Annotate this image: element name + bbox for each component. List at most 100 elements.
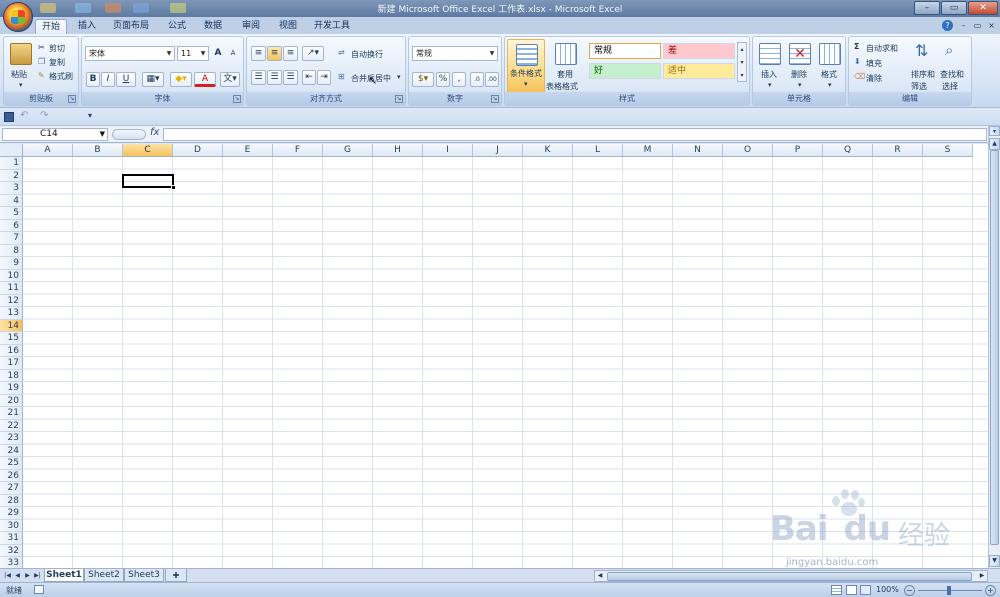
horizontal-scroll-thumb[interactable] [607, 572, 972, 581]
help-icon[interactable]: ? [942, 20, 953, 31]
scroll-down-icon[interactable]: ▼ [989, 555, 1000, 567]
font-name-combo[interactable]: 宋体 ▼ [85, 46, 175, 61]
zoom-slider-thumb[interactable] [947, 586, 951, 595]
formula-bar-toggle[interactable] [112, 129, 146, 140]
row-header-5[interactable]: 5 [0, 207, 23, 220]
column-header-d[interactable]: D [173, 144, 223, 157]
accounting-button[interactable]: $▾ [412, 72, 434, 87]
sort-filter-button[interactable]: 排序和 [911, 69, 935, 80]
formula-input[interactable] [163, 128, 987, 141]
row-header-7[interactable]: 7 [0, 232, 23, 245]
column-header-r[interactable]: R [873, 144, 923, 157]
fill-button[interactable]: 填充 [866, 58, 882, 69]
font-color-button[interactable]: A [194, 72, 216, 87]
column-header-g[interactable]: G [323, 144, 373, 157]
select-all-corner[interactable] [0, 144, 23, 157]
row-header-26[interactable]: 26 [0, 469, 23, 482]
row-header-6[interactable]: 6 [0, 219, 23, 232]
column-header-o[interactable]: O [723, 144, 773, 157]
row-header-15[interactable]: 15 [0, 332, 23, 345]
scroll-left-icon[interactable]: ◀ [595, 571, 605, 581]
wrap-text-button[interactable]: 自动换行 [351, 49, 383, 60]
column-header-s[interactable]: S [923, 144, 973, 157]
row-header-19[interactable]: 19 [0, 382, 23, 395]
row-header-18[interactable]: 18 [0, 369, 23, 382]
decrease-indent-button[interactable]: ⇤ [302, 70, 316, 85]
row-header-29[interactable]: 29 [0, 507, 23, 520]
row-header-10[interactable]: 10 [0, 269, 23, 282]
comma-button[interactable]: , [452, 72, 466, 87]
fill-color-button[interactable]: ◆▾ [170, 72, 192, 87]
office-button[interactable] [3, 2, 33, 32]
insert-cells-button[interactable]: 插入 [761, 69, 777, 80]
autosum-button[interactable]: 自动求和 [866, 43, 898, 54]
row-header-22[interactable]: 22 [0, 419, 23, 432]
tab-page-layout[interactable]: 页面布局 [108, 19, 154, 35]
increase-indent-button[interactable]: ⇥ [317, 70, 331, 85]
ribbon-restore-icon[interactable]: ▭ [972, 20, 983, 31]
insert-function-button[interactable]: fx [150, 127, 159, 138]
number-format-combo[interactable]: 常规 ▼ [412, 46, 498, 61]
customize-qat-icon[interactable]: ▾ [88, 111, 92, 120]
shrink-font-button[interactable]: A [226, 46, 240, 61]
active-cell-cursor[interactable] [122, 174, 176, 190]
next-sheet-icon[interactable]: ▶ [23, 570, 32, 581]
column-header-f[interactable]: F [273, 144, 323, 157]
row-header-32[interactable]: 32 [0, 544, 23, 557]
column-header-p[interactable]: P [773, 144, 823, 157]
name-box[interactable]: C14 ▼ [2, 128, 108, 141]
format-as-table-button[interactable]: 套用 [557, 69, 573, 80]
dialog-launcher-icon[interactable]: ↘ [395, 95, 403, 103]
border-button[interactable]: ▦▾ [142, 72, 164, 87]
chevron-down-icon[interactable]: ▾ [768, 81, 772, 89]
column-header-e[interactable]: E [223, 144, 273, 157]
style-good[interactable]: 好 [589, 63, 661, 79]
tab-data[interactable]: 数据 [198, 19, 228, 35]
align-right-button[interactable]: ☰ [283, 70, 298, 85]
row-header-2[interactable]: 2 [0, 169, 23, 182]
page-break-view-icon[interactable] [860, 585, 871, 595]
tab-home[interactable]: 开始 [35, 19, 67, 35]
column-header-k[interactable]: K [523, 144, 573, 157]
row-header-31[interactable]: 31 [0, 532, 23, 545]
workbook-close-icon[interactable]: × [986, 20, 997, 31]
row-header-20[interactable]: 20 [0, 394, 23, 407]
align-bottom-button[interactable]: ≡ [283, 46, 298, 61]
row-header-13[interactable]: 13 [0, 307, 23, 320]
row-header-30[interactable]: 30 [0, 519, 23, 532]
align-top-button[interactable]: ≡ [251, 46, 266, 61]
font-size-combo[interactable]: 11 ▼ [177, 46, 209, 61]
bold-button[interactable]: B [86, 72, 100, 87]
paste-button[interactable]: 粘贴 [11, 69, 27, 80]
chevron-down-icon[interactable]: ▾ [397, 73, 401, 81]
row-header-27[interactable]: 27 [0, 482, 23, 495]
chevron-down-icon[interactable]: ▾ [798, 81, 802, 89]
zoom-level[interactable]: 100% [876, 585, 899, 594]
split-box-icon[interactable]: ▾ [989, 126, 1000, 136]
row-header-21[interactable]: 21 [0, 407, 23, 420]
delete-cells-button[interactable]: 删除 [791, 69, 807, 80]
vertical-scroll-thumb[interactable] [990, 150, 999, 545]
chevron-down-icon[interactable]: ▾ [828, 81, 832, 89]
paste-dropdown-icon[interactable]: ▾ [19, 81, 23, 89]
style-bad[interactable]: 差 [663, 43, 735, 59]
column-header-m[interactable]: M [623, 144, 673, 157]
align-left-button[interactable]: ☰ [251, 70, 266, 85]
row-header-14[interactable]: 14 [0, 319, 23, 332]
orientation-button[interactable]: ↗▾ [302, 46, 324, 61]
dialog-launcher-icon[interactable]: ↘ [68, 95, 76, 103]
copy-button[interactable]: 复制 [49, 57, 65, 68]
style-gallery-scroll[interactable]: ▴ ▾ ▾ [737, 42, 747, 82]
column-header-l[interactable]: L [573, 144, 623, 157]
dialog-launcher-icon[interactable]: ↘ [233, 95, 241, 103]
sheet-tab-sheet3[interactable]: Sheet3 [124, 569, 164, 582]
cell-area[interactable] [23, 157, 988, 568]
column-header-b[interactable]: B [73, 144, 123, 157]
column-header-n[interactable]: N [673, 144, 723, 157]
style-neutral[interactable]: 适中 [663, 63, 735, 79]
macro-record-icon[interactable] [34, 585, 44, 594]
insert-sheet-icon[interactable]: ✚ [165, 569, 187, 582]
fill-handle[interactable] [171, 185, 176, 190]
tab-formulas[interactable]: 公式 [162, 19, 192, 35]
row-header-4[interactable]: 4 [0, 194, 23, 207]
